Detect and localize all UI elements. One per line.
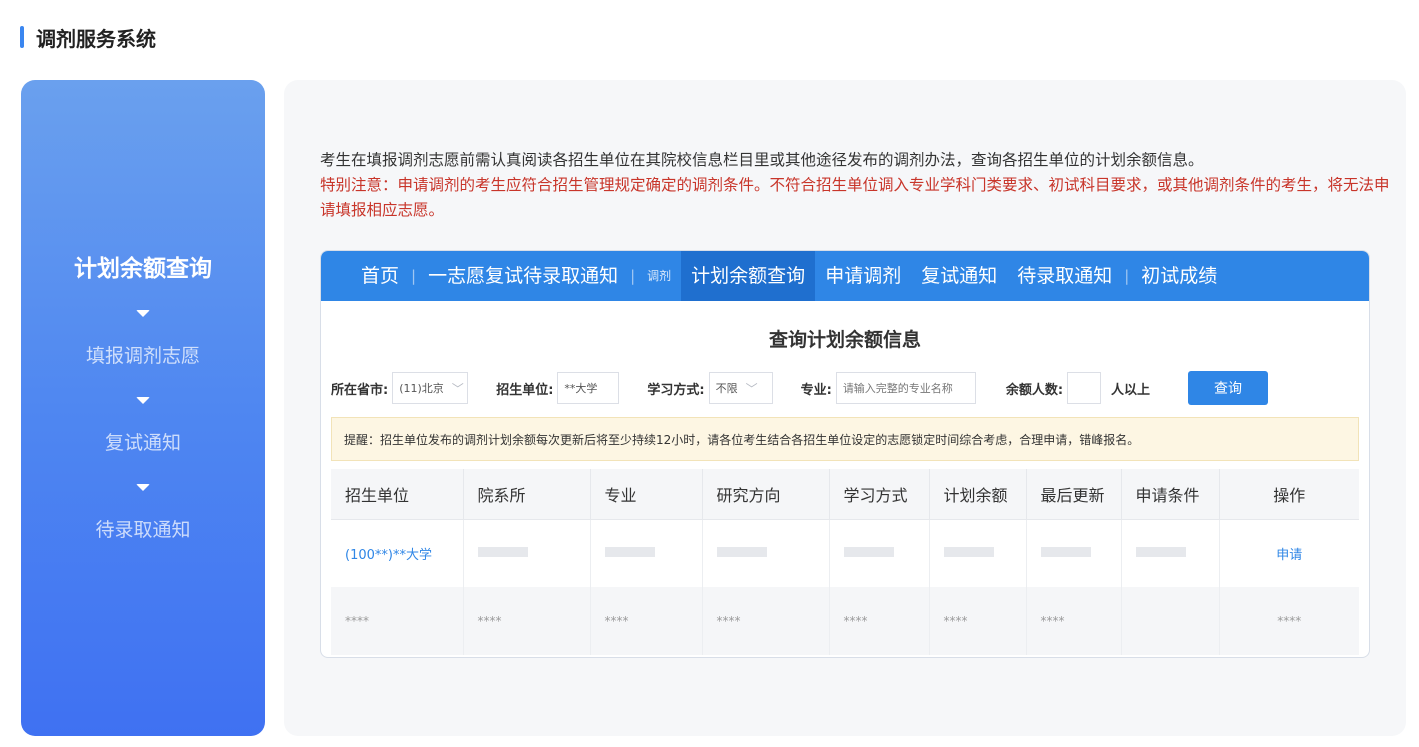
col-header: 学习方式 xyxy=(828,469,929,520)
table-cell xyxy=(462,519,590,587)
top-nav: 首页 | 一志愿复试待录取通知 | 调剂 计划余额查询 申请调剂 复试通知 待录… xyxy=(321,251,1369,301)
nav-initial-score[interactable]: 初试成绩 xyxy=(1131,251,1227,301)
nav-apply-adjustment[interactable]: 申请调剂 xyxy=(815,251,911,301)
table-cell: **** xyxy=(589,587,702,655)
quota-input[interactable] xyxy=(1067,372,1102,404)
major-label: 专业: xyxy=(800,382,832,398)
table-row: (100**)**大学 申请 xyxy=(331,519,1359,587)
unit-input[interactable]: **大学 xyxy=(557,372,620,404)
filter-bar: 所在省市: (11)北京 ﹀ 招生单位: **大学 学习方式: 不限 ﹀ 专业:… xyxy=(321,371,1369,405)
placeholder-bar xyxy=(943,546,994,557)
result-table: 招生单位 院系所 专业 研究方向 学习方式 计划余额 最后更新 申请条件 操作 … xyxy=(331,469,1359,655)
nav-home[interactable]: 首页 xyxy=(351,251,409,301)
placeholder-bar xyxy=(716,546,767,557)
nav-plan-balance-query[interactable]: 计划余额查询 xyxy=(681,251,816,301)
step-retest-notice[interactable]: 复试通知 xyxy=(105,426,181,460)
table-row: **** **** **** **** **** **** **** **** xyxy=(331,587,1359,655)
table-cell: **** xyxy=(701,587,829,655)
table-cell: **** xyxy=(928,587,1026,655)
nav-separator: | xyxy=(1124,267,1130,285)
col-header: 研究方向 xyxy=(701,469,829,520)
step-fill-adjustment[interactable]: 填报调剂志愿 xyxy=(86,339,200,373)
down-arrow-icon xyxy=(136,397,150,404)
table-cell[interactable]: 申请 xyxy=(1218,519,1359,587)
table-cell: **** xyxy=(462,587,590,655)
chevron-down-icon: ﹀ xyxy=(451,381,464,396)
table-cell xyxy=(1120,519,1219,587)
table-cell: **** xyxy=(1025,587,1121,655)
notice-line-2: 特别注意：申请调剂的考生应符合招生管理规定确定的调剂条件。不符合招生单位调入专业… xyxy=(320,176,1390,219)
table-cell xyxy=(589,519,702,587)
col-header: 申请条件 xyxy=(1120,469,1219,520)
table-header-row: 招生单位 院系所 专业 研究方向 学习方式 计划余额 最后更新 申请条件 操作 xyxy=(331,469,1359,520)
notice-line-1: 考生在填报调剂志愿前需认真阅读各招生单位在其院校信息栏目里或其他途径发布的调剂办… xyxy=(320,151,1204,169)
province-label: 所在省市: xyxy=(331,382,389,398)
nav-separator: | xyxy=(630,267,636,285)
step-plan-balance-query[interactable]: 计划余额查询 xyxy=(74,252,212,286)
nav-separator: | xyxy=(411,267,417,285)
unit-link[interactable]: (100**)**大学 xyxy=(345,548,432,563)
col-header: 招生单位 xyxy=(331,469,463,520)
table-cell xyxy=(928,519,1026,587)
placeholder-bar xyxy=(604,546,655,557)
down-arrow-icon xyxy=(136,310,150,317)
step-sidebar: 计划余额查询 填报调剂志愿 复试通知 待录取通知 xyxy=(21,80,265,736)
quota-suffix: 人以上 xyxy=(1111,382,1151,398)
study-mode-select[interactable]: 不限 ﹀ xyxy=(708,372,773,404)
nav-admission-notice[interactable]: 待录取通知 xyxy=(1007,251,1122,301)
major-input[interactable]: 请输入完整的专业名称 xyxy=(835,372,976,404)
table-cell: **** xyxy=(828,587,929,655)
page-header: 调剂服务系统 xyxy=(20,22,156,52)
unit-label: 招生单位: xyxy=(496,382,554,398)
col-header: 操作 xyxy=(1218,469,1359,520)
table-cell xyxy=(1025,519,1121,587)
page-title: 调剂服务系统 xyxy=(36,26,156,51)
notice-text: 考生在填报调剂志愿前需认真阅读各招生单位在其院校信息栏目里或其他途径发布的调剂办… xyxy=(320,148,1390,223)
title-accent-bar xyxy=(20,26,24,48)
nav-retest-notice[interactable]: 复试通知 xyxy=(911,251,1007,301)
placeholder-bar xyxy=(1135,546,1186,557)
province-value: (11)北京 xyxy=(399,382,444,395)
col-header: 计划余额 xyxy=(928,469,1026,520)
down-arrow-icon xyxy=(136,484,150,491)
nav-adjust-label: 调剂 xyxy=(647,269,672,283)
main-content: 考生在填报调剂志愿前需认真阅读各招生单位在其院校信息栏目里或其他途径发布的调剂办… xyxy=(284,80,1406,736)
study-mode-value: 不限 xyxy=(715,382,738,395)
table-cell xyxy=(1120,587,1219,655)
reminder-banner: 提醒：招生单位发布的调剂计划余额每次更新后将至少持续12小时，请各位考生结合各招… xyxy=(331,417,1359,461)
study-mode-label: 学习方式: xyxy=(647,382,705,398)
table-cell: **** xyxy=(1218,587,1359,655)
nav-first-choice-notice[interactable]: 一志愿复试待录取通知 xyxy=(418,251,628,301)
placeholder-bar xyxy=(843,546,894,557)
query-title: 查询计划余额信息 xyxy=(768,329,921,351)
province-select[interactable]: (11)北京 ﹀ xyxy=(392,372,469,404)
query-panel: 首页 | 一志愿复试待录取通知 | 调剂 计划余额查询 申请调剂 复试通知 待录… xyxy=(320,250,1370,658)
table-cell[interactable]: (100**)**大学 xyxy=(331,519,463,587)
table-cell xyxy=(828,519,929,587)
quota-label: 余额人数: xyxy=(1005,382,1064,398)
apply-link[interactable]: 申请 xyxy=(1276,548,1302,563)
placeholder-bar xyxy=(477,546,528,557)
col-header: 院系所 xyxy=(462,469,590,520)
search-button[interactable]: 查询 xyxy=(1188,371,1269,405)
table-cell: **** xyxy=(331,587,463,655)
table-cell xyxy=(701,519,829,587)
placeholder-bar xyxy=(1040,546,1091,557)
col-header: 专业 xyxy=(589,469,702,520)
chevron-down-icon: ﹀ xyxy=(745,381,758,396)
col-header: 最后更新 xyxy=(1025,469,1121,520)
step-admission-notice[interactable]: 待录取通知 xyxy=(95,513,190,547)
